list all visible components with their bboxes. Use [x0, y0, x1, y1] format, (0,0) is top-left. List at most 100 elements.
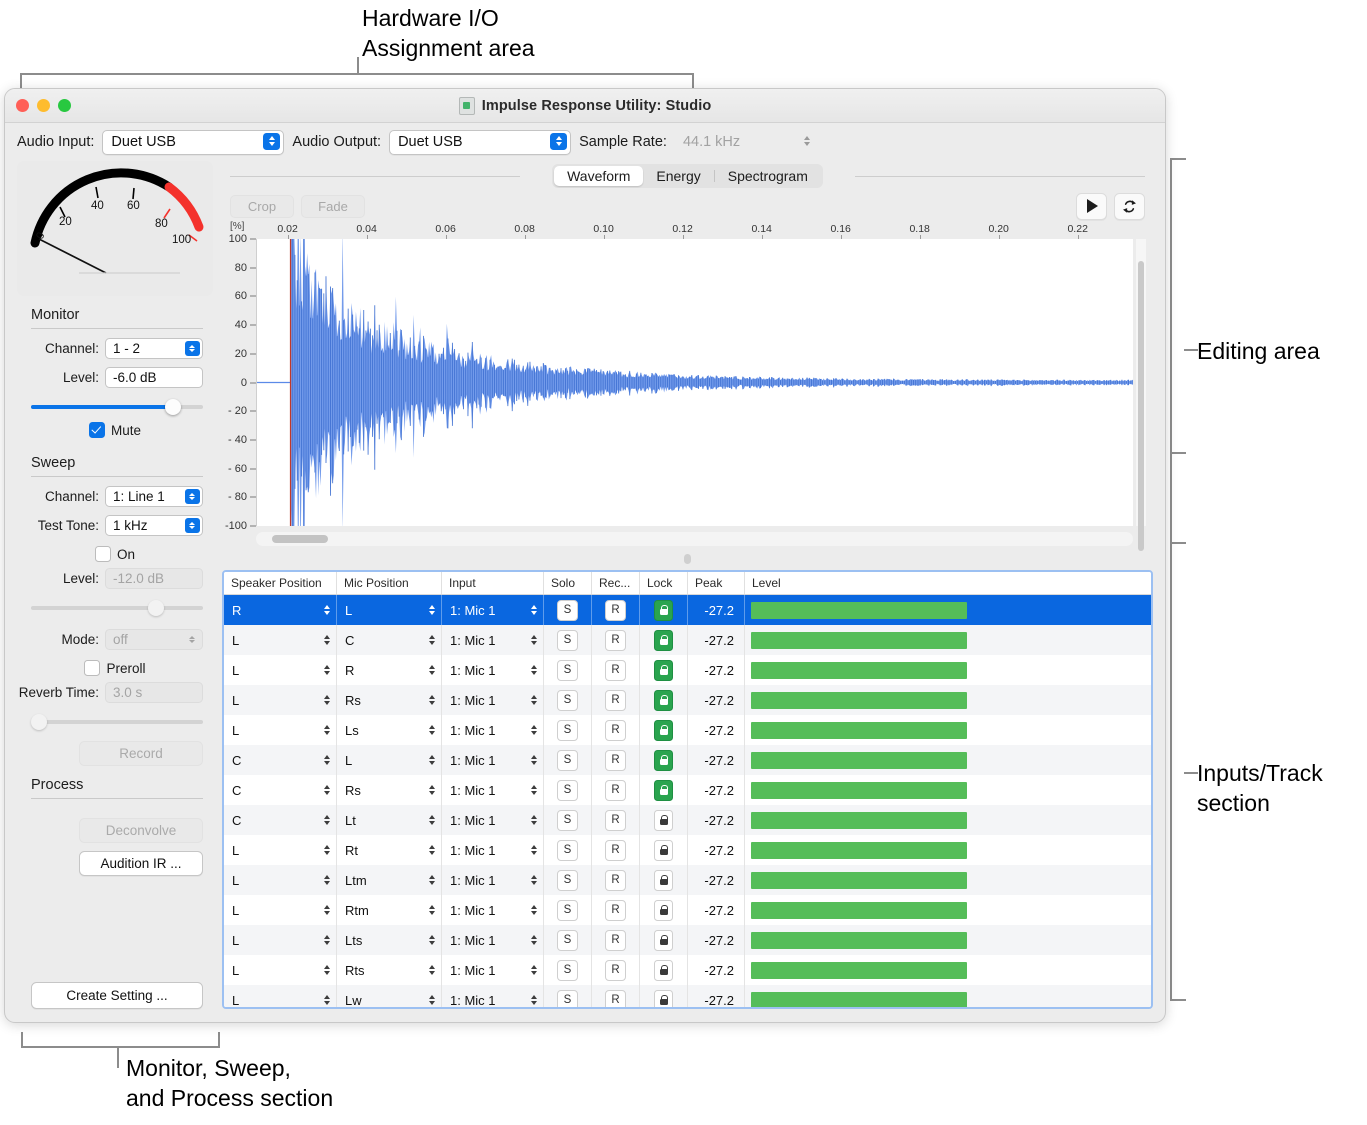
rec-button[interactable]: R: [605, 720, 626, 741]
lock-closed-icon[interactable]: [654, 600, 673, 621]
rec-cell[interactable]: R: [592, 655, 640, 685]
mic-position-select[interactable]: Lw: [337, 985, 442, 1007]
lock-cell[interactable]: [640, 955, 688, 985]
solo-cell[interactable]: S: [544, 595, 592, 625]
rec-cell[interactable]: R: [592, 745, 640, 775]
audio-input-select[interactable]: Duet USB: [102, 130, 284, 155]
solo-cell[interactable]: S: [544, 865, 592, 895]
input-select[interactable]: 1: Mic 1: [442, 745, 544, 775]
solo-cell[interactable]: S: [544, 835, 592, 865]
input-select[interactable]: 1: Mic 1: [442, 925, 544, 955]
tab-energy[interactable]: Energy: [643, 166, 713, 186]
input-select[interactable]: 1: Mic 1: [442, 685, 544, 715]
lock-cell[interactable]: [640, 715, 688, 745]
solo-cell[interactable]: S: [544, 775, 592, 805]
sweep-preroll-row[interactable]: Preroll: [17, 660, 213, 676]
speaker-position-select[interactable]: C: [224, 745, 337, 775]
rec-button[interactable]: R: [605, 840, 626, 861]
monitor-level-slider[interactable]: [31, 398, 203, 416]
column-header[interactable]: Rec...: [592, 572, 640, 594]
lock-open-icon[interactable]: [654, 810, 673, 831]
mic-position-select[interactable]: Rs: [337, 685, 442, 715]
input-select[interactable]: 1: Mic 1: [442, 595, 544, 625]
lock-cell[interactable]: [640, 595, 688, 625]
solo-button[interactable]: S: [557, 690, 578, 711]
rec-button[interactable]: R: [605, 690, 626, 711]
solo-cell[interactable]: S: [544, 925, 592, 955]
lock-cell[interactable]: [640, 895, 688, 925]
mic-position-select[interactable]: C: [337, 625, 442, 655]
solo-button[interactable]: S: [557, 930, 578, 951]
rec-cell[interactable]: R: [592, 775, 640, 805]
lock-closed-icon[interactable]: [654, 750, 673, 771]
horizontal-scrollbar[interactable]: [256, 532, 1133, 546]
table-row[interactable]: LLtm1: Mic 1SR-27.2: [224, 865, 1151, 895]
lock-cell[interactable]: [640, 775, 688, 805]
mic-position-select[interactable]: Ls: [337, 715, 442, 745]
solo-button[interactable]: S: [557, 600, 578, 621]
loop-button[interactable]: [1114, 193, 1145, 220]
solo-button[interactable]: S: [557, 780, 578, 801]
sweep-test-tone-select[interactable]: 1 kHz: [105, 515, 203, 536]
lock-cell[interactable]: [640, 745, 688, 775]
speaker-position-select[interactable]: L: [224, 925, 337, 955]
column-header[interactable]: Lock: [640, 572, 688, 594]
column-header[interactable]: Mic Position: [337, 572, 442, 594]
input-select[interactable]: 1: Mic 1: [442, 715, 544, 745]
input-select[interactable]: 1: Mic 1: [442, 805, 544, 835]
table-row[interactable]: CRs1: Mic 1SR-27.2: [224, 775, 1151, 805]
input-select[interactable]: 1: Mic 1: [442, 895, 544, 925]
speaker-position-select[interactable]: L: [224, 985, 337, 1007]
lock-closed-icon[interactable]: [654, 660, 673, 681]
audio-output-select[interactable]: Duet USB: [389, 130, 571, 155]
speaker-position-select[interactable]: L: [224, 625, 337, 655]
speaker-position-select[interactable]: L: [224, 685, 337, 715]
rec-button[interactable]: R: [605, 600, 626, 621]
table-row[interactable]: CLt1: Mic 1SR-27.2: [224, 805, 1151, 835]
speaker-position-select[interactable]: C: [224, 805, 337, 835]
lock-cell[interactable]: [640, 925, 688, 955]
rec-button[interactable]: R: [605, 750, 626, 771]
input-select[interactable]: 1: Mic 1: [442, 835, 544, 865]
sweep-channel-select[interactable]: 1: Line 1: [105, 486, 203, 507]
lock-cell[interactable]: [640, 685, 688, 715]
rec-cell[interactable]: R: [592, 895, 640, 925]
audition-ir-button[interactable]: Audition IR ...: [79, 851, 203, 876]
column-header[interactable]: Speaker Position: [224, 572, 337, 594]
mic-position-select[interactable]: Ltm: [337, 865, 442, 895]
solo-cell[interactable]: S: [544, 895, 592, 925]
rec-cell[interactable]: R: [592, 925, 640, 955]
rec-button[interactable]: R: [605, 900, 626, 921]
column-header[interactable]: Level: [745, 572, 1151, 594]
speaker-position-select[interactable]: L: [224, 895, 337, 925]
solo-button[interactable]: S: [557, 660, 578, 681]
solo-button[interactable]: S: [557, 810, 578, 831]
solo-button[interactable]: S: [557, 960, 578, 981]
lock-cell[interactable]: [640, 655, 688, 685]
lock-cell[interactable]: [640, 835, 688, 865]
splitter-handle[interactable]: [684, 554, 691, 564]
solo-button[interactable]: S: [557, 900, 578, 921]
vertical-scrollbar[interactable]: [1136, 239, 1146, 526]
speaker-position-select[interactable]: R: [224, 595, 337, 625]
table-row[interactable]: LLs1: Mic 1SR-27.2: [224, 715, 1151, 745]
table-row[interactable]: CL1: Mic 1SR-27.2: [224, 745, 1151, 775]
solo-cell[interactable]: S: [544, 745, 592, 775]
solo-cell[interactable]: S: [544, 955, 592, 985]
mic-position-select[interactable]: L: [337, 745, 442, 775]
rec-button[interactable]: R: [605, 660, 626, 681]
sweep-on-row[interactable]: On: [17, 546, 213, 562]
mic-position-select[interactable]: Rtm: [337, 895, 442, 925]
column-header[interactable]: Input: [442, 572, 544, 594]
mic-position-select[interactable]: Rs: [337, 775, 442, 805]
lock-cell[interactable]: [640, 865, 688, 895]
input-select[interactable]: 1: Mic 1: [442, 775, 544, 805]
rec-button[interactable]: R: [605, 930, 626, 951]
solo-cell[interactable]: S: [544, 655, 592, 685]
lock-open-icon[interactable]: [654, 990, 673, 1008]
lock-closed-icon[interactable]: [654, 690, 673, 711]
table-row[interactable]: RL1: Mic 1SR-27.2: [224, 595, 1151, 625]
scrollbar-thumb[interactable]: [1138, 261, 1144, 551]
lock-open-icon[interactable]: [654, 960, 673, 981]
solo-button[interactable]: S: [557, 630, 578, 651]
